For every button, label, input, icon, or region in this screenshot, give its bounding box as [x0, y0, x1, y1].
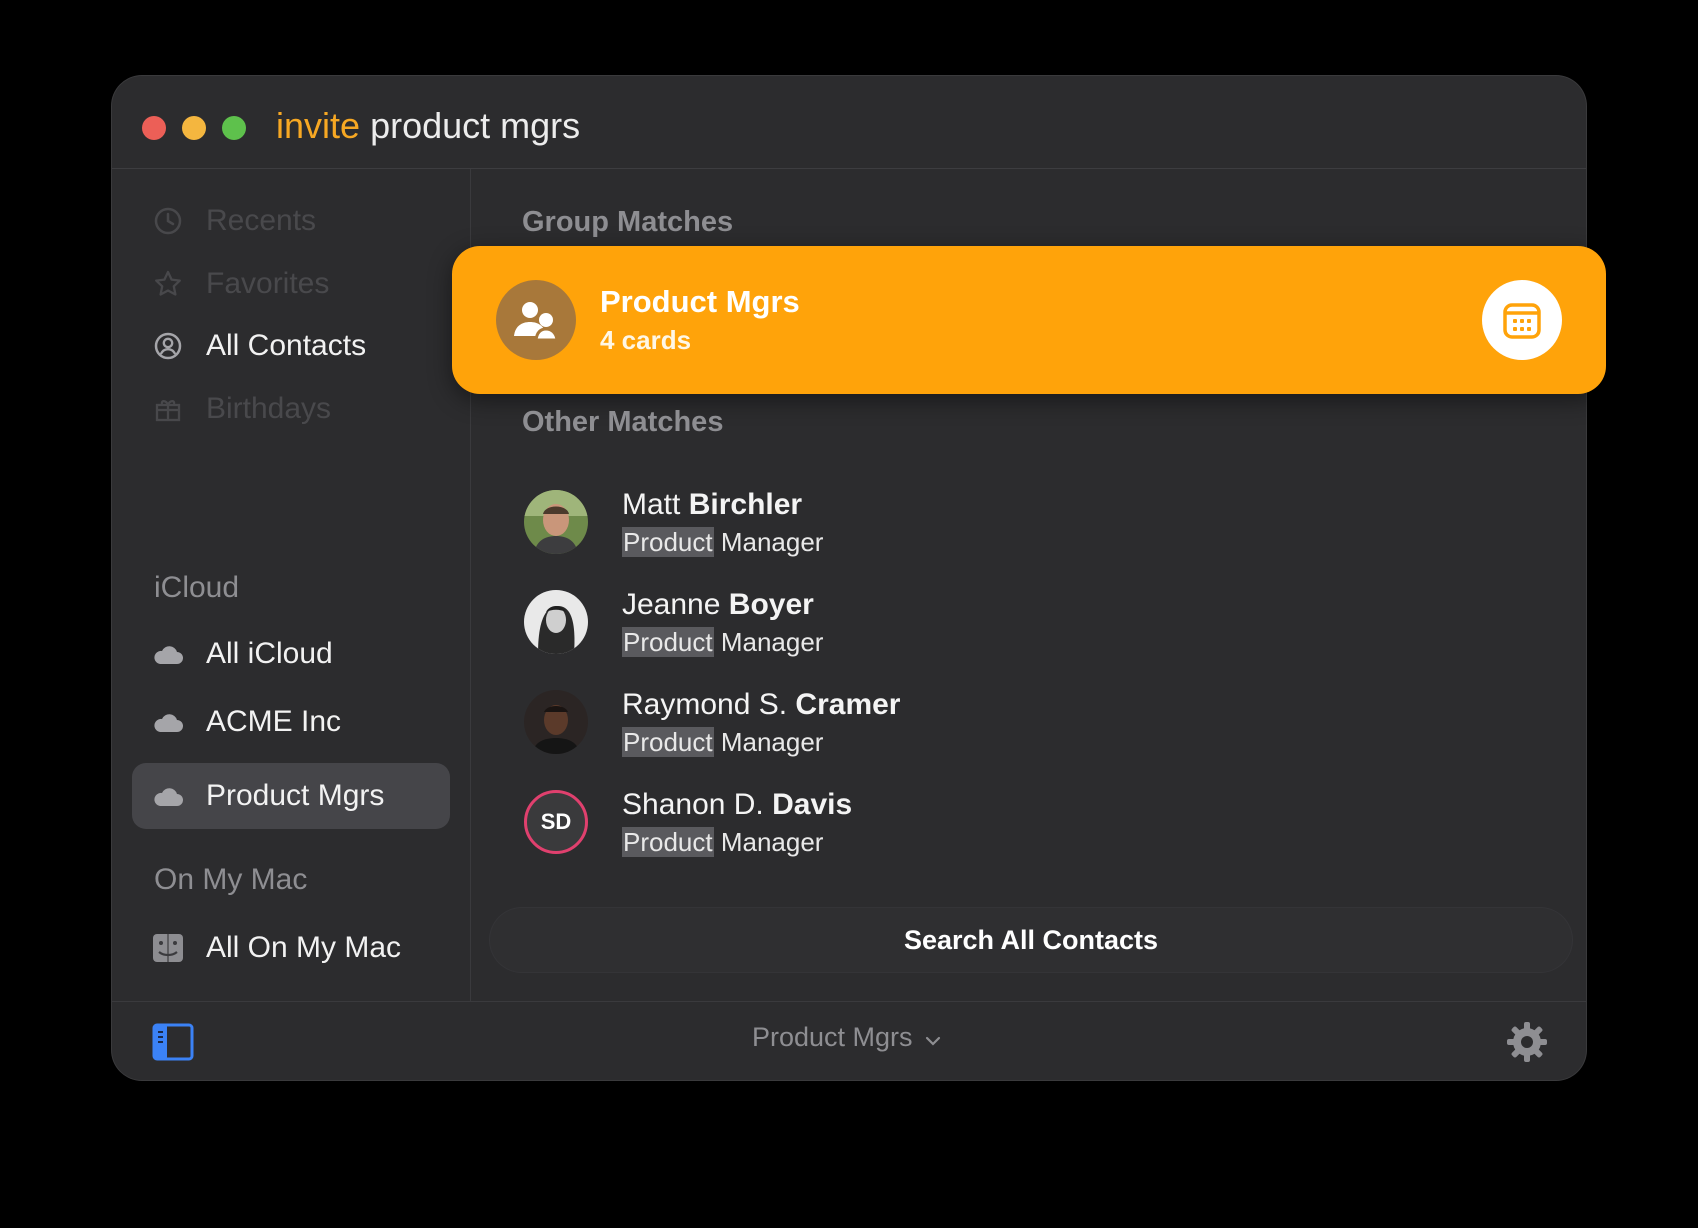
zoom-window-button[interactable] [222, 116, 246, 140]
chevron-down-icon [925, 1022, 941, 1053]
people-icon [514, 302, 559, 342]
contact-name: Raymond S. Cramer [622, 688, 901, 721]
sidebar-icon [152, 1023, 194, 1061]
close-window-button[interactable] [142, 116, 166, 140]
sidebar-item-all-on-my-mac[interactable]: All On My Mac [132, 915, 450, 981]
cloud-icon [152, 706, 184, 738]
query-command: invite [276, 105, 361, 146]
sidebar-item-label: All Contacts [206, 329, 367, 362]
contact-row[interactable]: Matt Birchler Product Manager [522, 484, 1422, 564]
sidebar: Recents Favorites All Contacts Birthdays… [112, 169, 471, 1001]
cloud-icon [152, 638, 184, 670]
sidebar-toggle-button[interactable] [152, 1023, 194, 1061]
contact-name: Matt Birchler [622, 488, 803, 521]
search-query-field[interactable]: invite product mgrs [276, 105, 580, 147]
sidebar-item-all-contacts[interactable]: All Contacts [132, 313, 450, 379]
sidebar-item-label: All On My Mac [206, 931, 402, 964]
sidebar-item-label: Birthdays [206, 392, 332, 425]
title-bar: invite product mgrs [112, 76, 1586, 169]
sidebar-item-product-mgrs[interactable]: Product Mgrs [132, 763, 450, 829]
calendar-invite-button[interactable] [1482, 280, 1562, 360]
sidebar-item-label: All iCloud [206, 637, 333, 670]
contact-job-title: Product Manager [622, 827, 824, 857]
contact-row[interactable]: Jeanne Boyer Product Manager [522, 584, 1422, 664]
scope-selector[interactable]: Product Mgrs [752, 1022, 941, 1053]
sidebar-item-favorites[interactable]: Favorites [132, 251, 450, 317]
contact-job-title: Product Manager [622, 727, 824, 757]
sidebar-item-label: ACME Inc [206, 705, 342, 738]
group-name: Product Mgrs [600, 284, 800, 319]
group-matches-header: Group Matches [522, 206, 734, 238]
contact-photo [524, 590, 588, 654]
sidebar-item-all-icloud[interactable]: All iCloud [132, 621, 450, 687]
contacts-window: invite product mgrs Recents Favorites Al… [112, 76, 1606, 1081]
sidebar-item-birthdays[interactable]: Birthdays [132, 376, 450, 442]
finder-icon [152, 932, 184, 964]
contact-job-title: Product Manager [622, 527, 824, 557]
other-matches-header: Other Matches [522, 406, 724, 438]
contact-row[interactable]: Raymond S. Cramer Product Manager [522, 684, 1422, 764]
contact-row[interactable]: SD Shanon D. Davis Product Manager [522, 784, 1422, 864]
scope-label: Product Mgrs [752, 1022, 913, 1052]
sidebar-item-label: Product Mgrs [206, 779, 385, 812]
sidebar-section-icloud: iCloud [154, 571, 240, 604]
sidebar-item-label: Recents [206, 204, 317, 237]
gear-icon[interactable] [1504, 1019, 1550, 1065]
query-text: product mgrs [370, 105, 581, 146]
calendar-icon [1503, 303, 1541, 339]
contact-photo [524, 690, 588, 754]
cloud-icon [152, 780, 184, 812]
group-result-product-mgrs[interactable]: Product Mgrs 4 cards [452, 246, 1606, 394]
group-card-count: 4 cards [600, 325, 692, 355]
sidebar-item-recents[interactable]: Recents [132, 188, 450, 254]
sidebar-section-on-my-mac: On My Mac [154, 863, 308, 896]
sidebar-item-label: Favorites [206, 267, 330, 300]
contact-name: Shanon D. Davis [622, 788, 853, 821]
gift-icon [152, 393, 184, 425]
contact-initials-avatar: SD [524, 790, 588, 854]
group-avatar [496, 280, 576, 360]
minimize-window-button[interactable] [182, 116, 206, 140]
contact-job-title: Product Manager [622, 627, 824, 657]
sidebar-item-acme-inc[interactable]: ACME Inc [132, 689, 450, 755]
contact-photo [524, 490, 588, 554]
contact-name: Jeanne Boyer [622, 588, 814, 621]
star-icon [152, 268, 184, 300]
bottom-toolbar: Product Mgrs [112, 1001, 1586, 1081]
person-circle-icon [152, 330, 184, 362]
search-all-contacts-button[interactable]: Search All Contacts [490, 908, 1572, 972]
clock-icon [152, 205, 184, 237]
